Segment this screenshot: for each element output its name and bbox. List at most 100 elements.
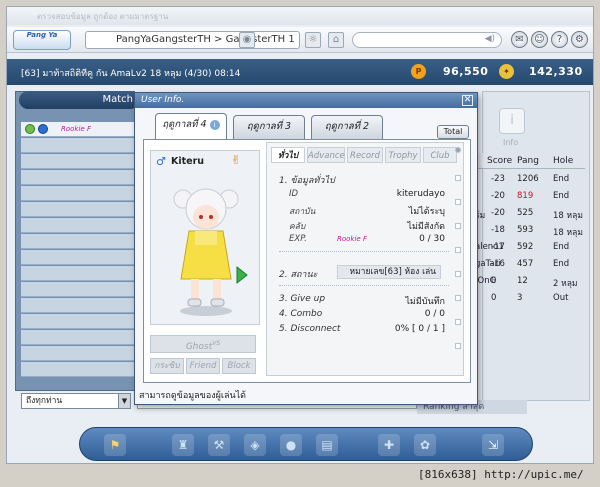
ranking-pang: 457	[517, 259, 534, 269]
info-tab-label: Info	[503, 138, 519, 147]
scroll-track-dot	[455, 319, 461, 325]
ball-icon[interactable]: ●	[280, 434, 302, 456]
section-general-heading: 1. ข้อมูลทั่วไป	[279, 176, 335, 186]
cookie-amount: 142,330	[529, 65, 583, 78]
ranking-score: -20	[491, 208, 505, 218]
tab-season-3[interactable]: ฤดูกาลที่ 3	[233, 115, 305, 139]
search-input[interactable]: ◀)	[352, 32, 502, 48]
user-list-row[interactable]	[21, 330, 135, 345]
tab-club[interactable]: Club	[423, 147, 457, 163]
stat-value: ไม่มีบันทึก	[405, 297, 445, 307]
score-header: Score	[487, 156, 513, 166]
section-status-heading: 2. สถานะ	[279, 270, 318, 280]
user-list-row[interactable]	[21, 282, 135, 297]
block-button[interactable]: Block	[222, 358, 256, 374]
exit-icon[interactable]: ⇲	[482, 434, 504, 456]
scroll-track-dot	[455, 223, 461, 229]
ranking-score: -17	[491, 242, 505, 252]
user-list-row[interactable]	[21, 298, 135, 313]
club-icon[interactable]: ⚒	[208, 434, 230, 456]
tab-record[interactable]: Record	[347, 147, 383, 163]
cookie-icon: ✦	[499, 64, 514, 79]
user-list-row[interactable]	[21, 266, 135, 281]
ranking-score: -18	[491, 225, 505, 235]
user-list-row[interactable]	[21, 186, 135, 201]
stat-label: 3. Give up	[279, 294, 326, 304]
user-list-row[interactable]	[21, 154, 135, 169]
mascot-icon[interactable]: ✿	[414, 434, 436, 456]
tab-season-4[interactable]: ฤดูกาลที่ 4 i	[155, 113, 227, 139]
character-avatar	[173, 188, 248, 316]
ranking-hole: End	[553, 259, 570, 269]
ranking-pang: 1206	[517, 174, 539, 184]
user-list-row[interactable]	[21, 362, 135, 377]
help-icon[interactable]: ?	[551, 31, 568, 48]
divider	[279, 251, 449, 252]
stat-value: 0% [ 0 / 1 ]	[394, 324, 445, 334]
pangya-logo: Pang Ya	[13, 30, 71, 50]
lobby-icon[interactable]: ☼	[305, 32, 321, 48]
user-list-row[interactable]	[21, 314, 135, 329]
caddie-icon[interactable]: ♜	[172, 434, 194, 456]
field-label: คลับ	[289, 222, 306, 232]
hole-header: Hole	[553, 156, 574, 166]
field-label: สถาบัน	[289, 207, 316, 217]
field-value: ไม่มีสังกัด	[407, 222, 445, 232]
card-icon[interactable]: ▤	[316, 434, 338, 456]
friends-icon[interactable]: ☺	[531, 31, 548, 48]
user-rank: Rookie F	[61, 125, 91, 133]
tab-season-2[interactable]: ฤดูกาลที่ 2	[311, 115, 383, 139]
friend-button[interactable]: Friend	[186, 358, 220, 374]
user-list-row[interactable]	[21, 218, 135, 233]
scrollbar-thumb[interactable]	[455, 147, 461, 153]
gender-icon	[38, 124, 48, 134]
watermark: [816x638] http://upic.me/	[418, 468, 584, 481]
field-label: EXP.	[289, 234, 307, 244]
mail-icon[interactable]: ✉	[511, 31, 528, 48]
user-list-row[interactable]: Rookie F	[21, 122, 135, 137]
scroll-track-dot	[455, 247, 461, 253]
ranking-hole: 2 หลุม	[553, 279, 578, 289]
victory-hand-icon: ✌	[231, 153, 242, 167]
tab-trophy[interactable]: Trophy	[385, 147, 421, 163]
gear-icon[interactable]: ⚙	[571, 31, 588, 48]
flag-icon[interactable]: ⚑	[104, 434, 126, 456]
item-icon[interactable]: ◈	[244, 434, 266, 456]
shop-dock-icon[interactable]: ✚	[378, 434, 400, 456]
whisper-button[interactable]: กระซิบ	[150, 358, 184, 374]
scroll-track-dot	[455, 295, 461, 301]
status-value: หมายเลข[63] ห้อง เล่น	[337, 265, 441, 279]
tab-advance[interactable]: Advance	[307, 147, 345, 163]
match-tab[interactable]: Match	[19, 91, 139, 109]
ghost-suffix: VS	[212, 340, 221, 347]
stat-label: 4. Combo	[279, 309, 323, 319]
dimmed-header-text: ตรวจสอบข้อมูล ถูกต้อง ตามมาตรฐาน	[7, 7, 593, 25]
ranking-pang: 12	[517, 276, 528, 286]
ghost-vs-button[interactable]: GhostVS	[150, 335, 256, 353]
ranking-pang: 525	[517, 208, 534, 218]
user-info-dialog: User Info. ✕ ฤดูกาลที่ 4 i ฤดูกาลที่ 3 ฤ…	[134, 92, 478, 405]
user-list-row[interactable]	[21, 170, 135, 185]
user-list-row[interactable]	[21, 234, 135, 249]
bottom-dock: ⚑ ♜ ⚒ ◈ ● ▤ ✚ ✿ ⇲	[79, 427, 533, 461]
scroll-track-dot	[455, 343, 461, 349]
info-tabs: ทั่วไป Advance Record Trophy Club	[271, 147, 457, 163]
character-panel: ♂ Kiteru ✌	[150, 150, 260, 325]
user-list-row[interactable]	[21, 346, 135, 361]
user-list-row[interactable]	[21, 138, 135, 153]
ranking-pang: 819	[517, 191, 534, 201]
tab-general[interactable]: ทั่วไป	[271, 147, 305, 163]
user-list-row[interactable]	[21, 250, 135, 265]
chevron-down-icon[interactable]: ▼	[118, 394, 130, 408]
close-icon[interactable]: ✕	[462, 95, 473, 106]
user-list-row[interactable]	[21, 202, 135, 217]
dialog-title: User Info.	[135, 93, 477, 108]
total-button[interactable]: Total	[437, 125, 469, 139]
ranking-pang: 592	[517, 242, 534, 252]
scroll-track-dot	[455, 175, 461, 181]
shop-icon[interactable]: ⌂	[328, 32, 344, 48]
field-value: kiterudayo	[396, 189, 445, 199]
info-tab-icon[interactable]: i	[499, 108, 525, 134]
globe-icon[interactable]: ◉	[239, 32, 255, 48]
whisper-target-select[interactable]: ถึงทุกท่าน ▼	[21, 393, 131, 409]
